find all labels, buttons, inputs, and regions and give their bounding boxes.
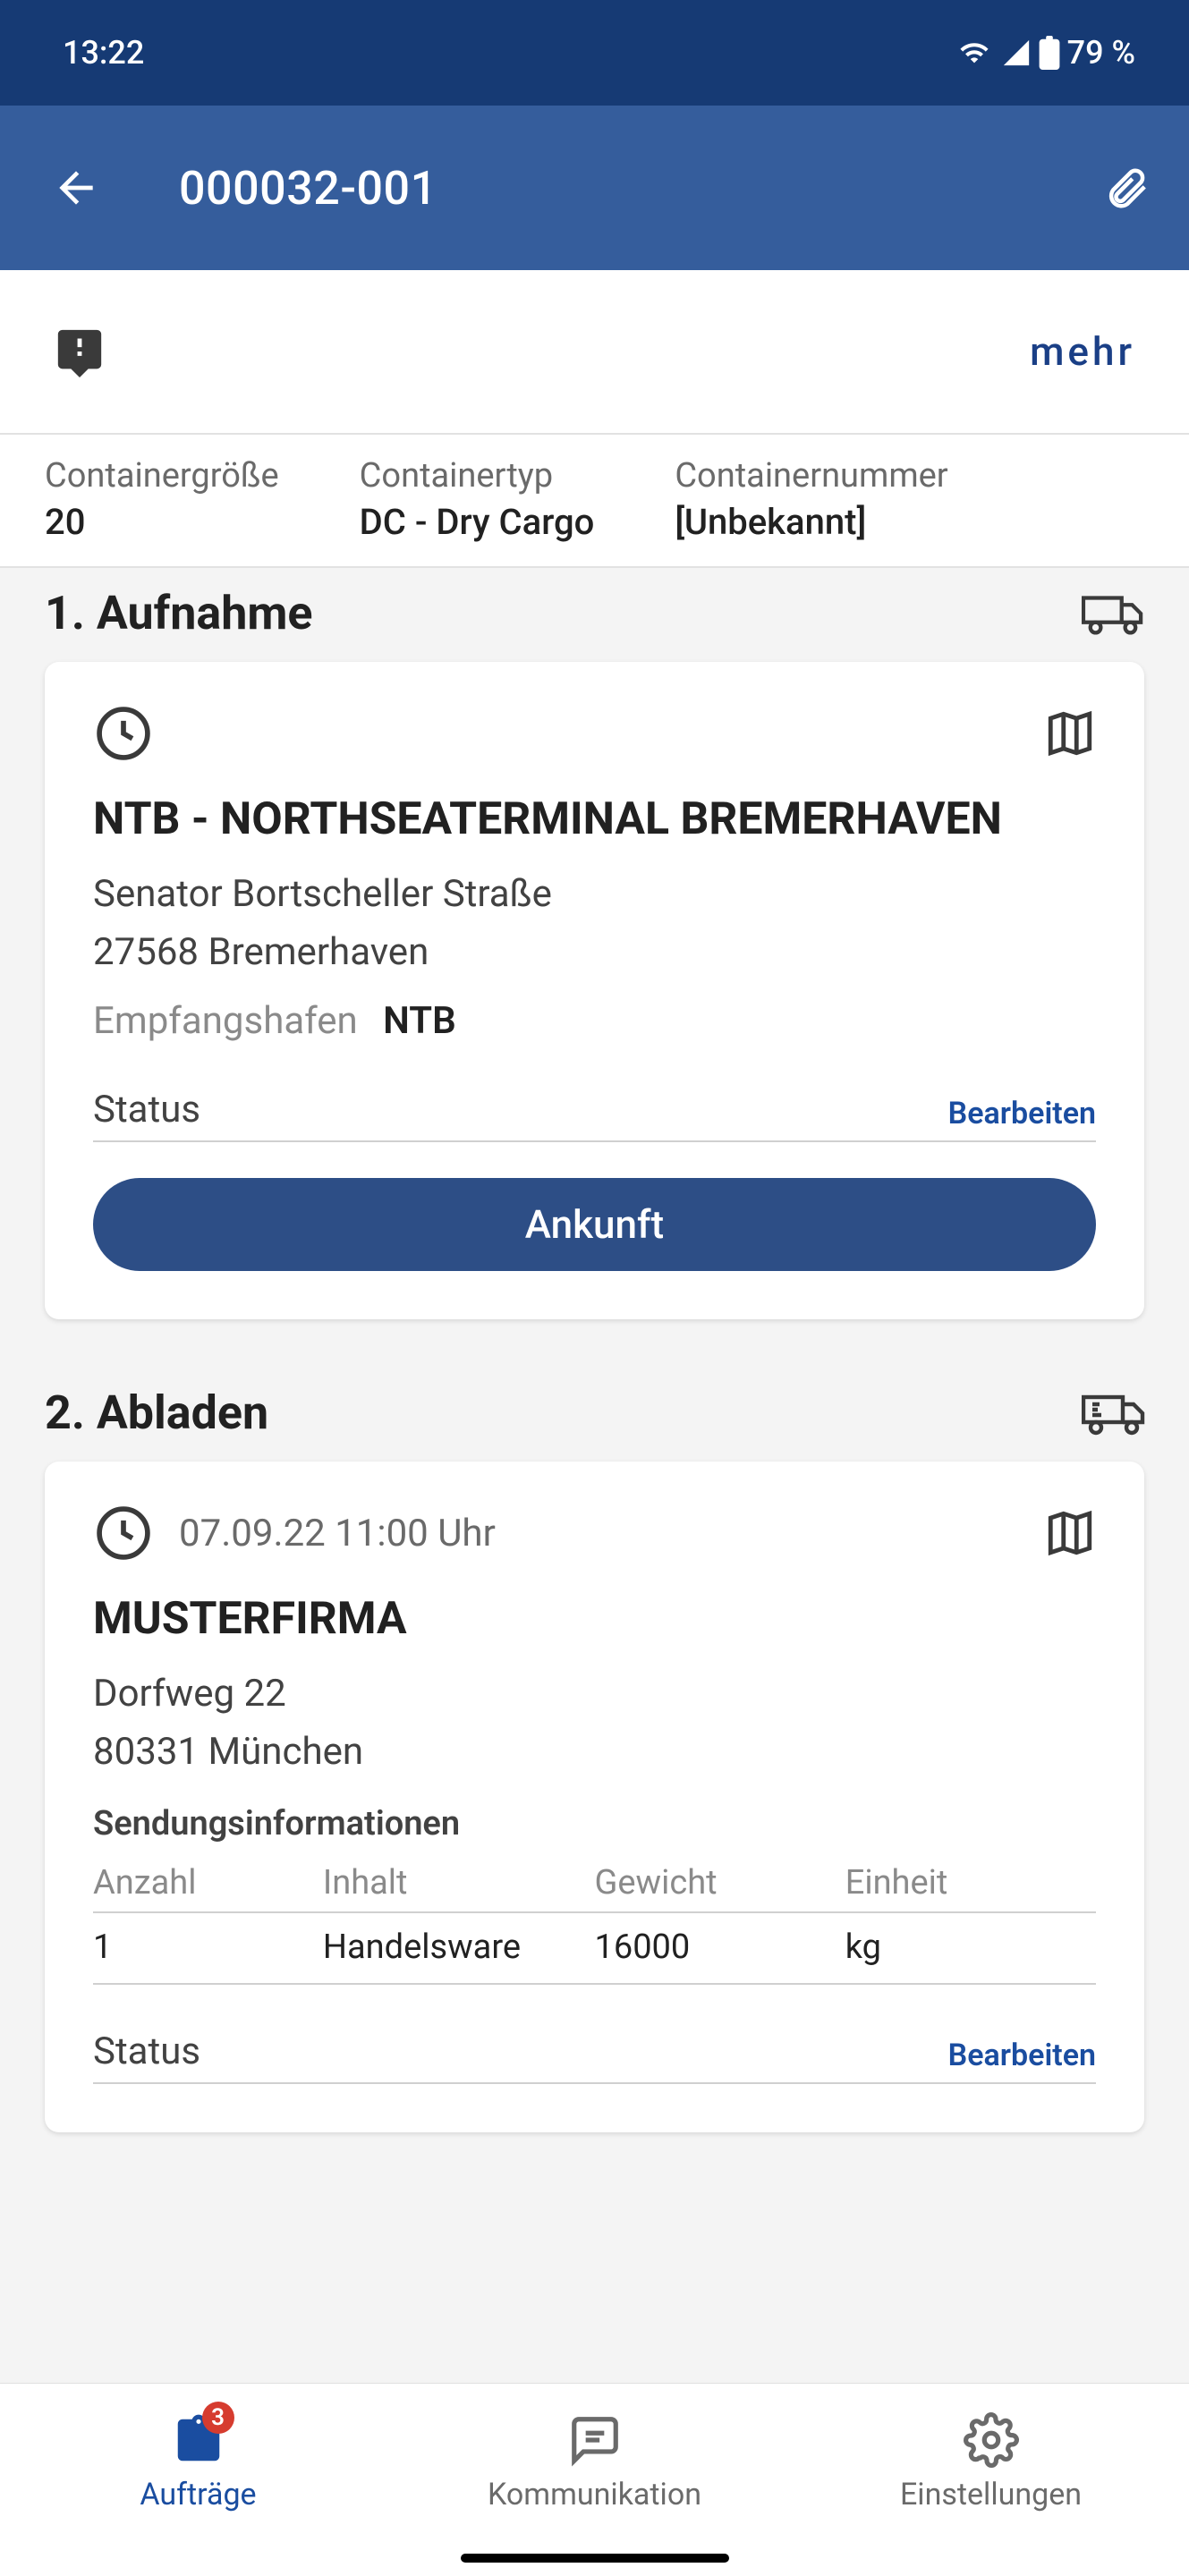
- shipment-info-title: Sendungsinformationen: [93, 1804, 1096, 1843]
- wifi-icon: [955, 38, 994, 68]
- chat-icon: [567, 2412, 623, 2468]
- col-weight: Gewicht: [594, 1863, 845, 1902]
- meta-label: Containertyp: [360, 456, 595, 496]
- nav-communication[interactable]: Kommunikation: [396, 2384, 793, 2540]
- clock-icon[interactable]: [93, 1503, 154, 1563]
- stop-city: 80331 München: [93, 1723, 1096, 1781]
- page-title: 000032-001: [179, 161, 1100, 216]
- meta-value: DC - Dry Cargo: [360, 501, 595, 543]
- meta-label: Containernummer: [675, 456, 947, 496]
- battery-icon: [1039, 36, 1060, 70]
- cell-unit: kg: [845, 1928, 1096, 1967]
- section-header-unload: 2. Abladen: [0, 1368, 1189, 1453]
- truck-icon: [1082, 589, 1144, 639]
- status-bar: 13:22 79 %: [0, 0, 1189, 106]
- stop-time: 07.09.22 11:00 Uhr: [179, 1512, 496, 1555]
- stop-card-pickup: NTB - NORTHSEATERMINAL BREMERHAVEN Senat…: [45, 662, 1144, 1319]
- col-content: Inhalt: [323, 1863, 595, 1902]
- status-label: Status: [93, 1088, 200, 1131]
- map-icon[interactable]: [1044, 708, 1096, 759]
- cell-count: 1: [93, 1928, 323, 1967]
- signal-icon: [1001, 38, 1032, 68]
- back-button[interactable]: [45, 157, 107, 219]
- gesture-bar: [0, 2540, 1189, 2576]
- info-strip: mehr: [0, 270, 1189, 435]
- nav-label: Aufträge: [140, 2477, 256, 2512]
- arrow-left-icon: [51, 163, 101, 213]
- nav-label: Kommunikation: [488, 2477, 701, 2512]
- more-link[interactable]: mehr: [1030, 328, 1135, 375]
- cell-content: Handelsware: [323, 1928, 595, 1967]
- table-row: 1 Handelsware 16000 kg: [93, 1913, 1096, 1985]
- cell-weight: 16000: [594, 1928, 845, 1967]
- nav-settings[interactable]: Einstellungen: [793, 2384, 1189, 2540]
- col-unit: Einheit: [845, 1863, 1096, 1902]
- meta-value: 20: [45, 501, 279, 543]
- map-icon[interactable]: [1044, 1507, 1096, 1559]
- meta-value: [Unbekannt]: [675, 501, 947, 543]
- shipment-table: Anzahl Inhalt Gewicht Einheit 1 Handelsw…: [93, 1863, 1096, 1985]
- section-header-pickup: 1. Aufnahme: [0, 568, 1189, 653]
- stop-card-unload: 07.09.22 11:00 Uhr MUSTERFIRMA Dorfweg 2…: [45, 1462, 1144, 2132]
- meta-label: Containergröße: [45, 456, 279, 496]
- nav-label: Einstellungen: [900, 2477, 1082, 2512]
- edit-link[interactable]: Bearbeiten: [948, 1096, 1096, 1131]
- battery-percent: 79 %: [1067, 34, 1135, 72]
- stop-name: MUSTERFIRMA: [93, 1590, 1096, 1648]
- clock-icon[interactable]: [93, 703, 154, 764]
- port-value: NTB: [383, 999, 456, 1043]
- nav-badge: 3: [202, 2402, 234, 2434]
- edit-link[interactable]: Bearbeiten: [948, 2038, 1096, 2073]
- clock-time: 13:22: [63, 34, 144, 72]
- bottom-nav: 3 Aufträge Kommunikation Einstellungen: [0, 2383, 1189, 2540]
- alert-icon[interactable]: [54, 326, 106, 377]
- gear-icon: [964, 2412, 1019, 2468]
- col-count: Anzahl: [93, 1863, 323, 1902]
- container-meta: Containergröße 20 Containertyp DC - Dry …: [0, 435, 1189, 568]
- nav-orders[interactable]: 3 Aufträge: [0, 2384, 396, 2540]
- truck-icon: [1082, 1388, 1144, 1438]
- arrival-button[interactable]: Ankunft: [93, 1178, 1096, 1271]
- status-label: Status: [93, 2029, 200, 2073]
- attachment-button[interactable]: [1100, 161, 1153, 215]
- section-title: 1. Aufnahme: [45, 586, 312, 640]
- section-title: 2. Abladen: [45, 1385, 268, 1440]
- port-label: Empfangshafen: [93, 999, 358, 1043]
- stop-city: 27568 Bremerhaven: [93, 923, 1096, 981]
- stop-street: Dorfweg 22: [93, 1665, 1096, 1723]
- stop-street: Senator Bortscheller Straße: [93, 865, 1096, 923]
- app-bar: 000032-001: [0, 106, 1189, 270]
- paperclip-icon: [1102, 161, 1151, 215]
- stop-name: NTB - NORTHSEATERMINAL BREMERHAVEN: [93, 791, 1096, 849]
